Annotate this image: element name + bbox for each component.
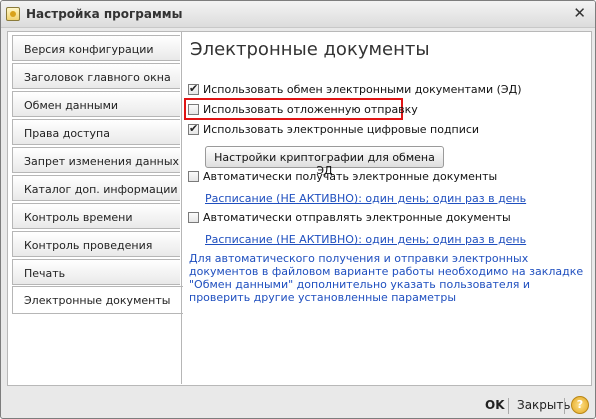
info-text: Для автоматического получения и отправки… [189,252,584,304]
app-icon [6,7,20,21]
checkbox[interactable] [188,212,199,223]
crypto-settings-button[interactable]: Настройки криптографии для обмена ЭД [205,146,444,177]
option-label: Автоматически получать электронные докум… [203,170,498,183]
footer-bar: OK Закрыть ? [1,391,595,418]
checkbox[interactable] [188,171,199,182]
settings-window: Настройка программы ✕ Версия конфигураци… [0,0,596,419]
close-icon[interactable]: ✕ [573,5,586,21]
option-label: Использовать электронные цифровые подпис… [203,123,480,136]
title-bar[interactable]: Настройка программы ✕ [1,1,595,28]
settings-panel: Версия конфигурации Заголовок главного о… [7,31,592,386]
tab-electronic-documents[interactable]: Электронные документы [12,286,183,314]
tab-time-control[interactable]: Контроль времени [12,203,180,229]
footer-divider [508,398,509,414]
tab-data-exchange[interactable]: Обмен данными [12,91,180,117]
checkbox[interactable] [188,122,199,135]
option-label: Использовать обмен электронными документ… [203,83,522,96]
checkbox[interactable] [188,82,199,95]
checkbox[interactable] [188,104,199,115]
footer-divider [564,398,565,414]
content-divider [181,32,182,384]
tab-data-change-ban[interactable]: Запрет изменения данных [12,147,180,173]
option-label: Использовать отложенную отправку [203,103,418,116]
tab-extra-info-catalog[interactable]: Каталог доп. информации [12,175,180,201]
help-icon[interactable]: ? [571,396,589,414]
tab-access-rights[interactable]: Права доступа [12,119,180,145]
tab-print[interactable]: Печать [12,259,180,285]
schedule-receive-link[interactable]: Расписание (НЕ АКТИВНО): один день; один… [205,192,526,205]
schedule-send-link[interactable]: Расписание (НЕ АКТИВНО): один день; один… [205,233,526,246]
option-label: Автоматически отправлять электронные док… [203,211,511,224]
tab-window-title[interactable]: Заголовок главного окна [12,63,180,89]
close-button[interactable]: Закрыть [517,398,570,412]
window-title: Настройка программы [26,7,183,21]
tab-posting-control[interactable]: Контроль проведения [12,231,180,257]
page-title: Электронные документы [190,39,430,60]
tab-config-version[interactable]: Версия конфигурации [12,35,180,61]
ok-button[interactable]: OK [485,398,505,412]
